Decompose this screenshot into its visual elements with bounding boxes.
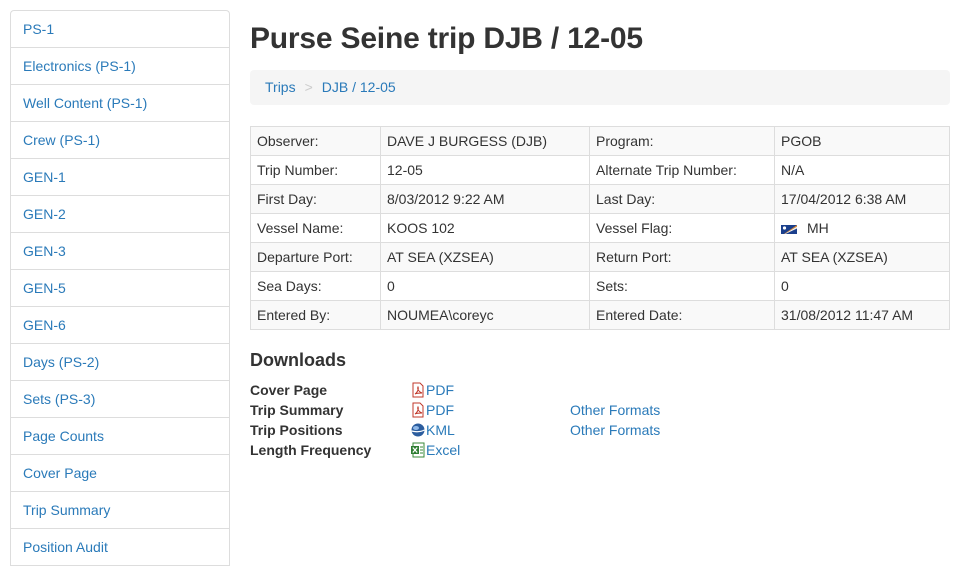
sidebar-item-crew[interactable]: Crew (PS-1) (11, 122, 229, 159)
download-label: Trip Summary (250, 402, 344, 418)
cover-page-pdf-link[interactable]: PDF (410, 380, 454, 400)
sidebar-item-position-audit[interactable]: Position Audit (11, 529, 229, 566)
sea-days-label: Sea Days: (250, 271, 381, 301)
return-port-label: Return Port: (589, 242, 775, 272)
sidebar-item-gen-1[interactable]: GEN-1 (11, 159, 229, 196)
sea-days-value: 0 (380, 271, 590, 301)
last-day-value: 17/04/2012 6:38 AM (774, 184, 950, 214)
table-row: Trip Number: 12-05 Alternate Trip Number… (250, 155, 950, 185)
table-row: Observer: DAVE J BURGESS (DJB) Program: … (250, 126, 950, 156)
vessel-flag-value: MH (807, 220, 829, 236)
sidebar-item-page-counts[interactable]: Page Counts (11, 418, 229, 455)
entered-date-label: Entered Date: (589, 300, 775, 330)
last-day-label: Last Day: (589, 184, 775, 214)
sidebar-item-gen-5[interactable]: GEN-5 (11, 270, 229, 307)
sidebar-item-days[interactable]: Days (PS-2) (11, 344, 229, 381)
sidebar-item-gen-6[interactable]: GEN-6 (11, 307, 229, 344)
sidebar-item-well-content[interactable]: Well Content (PS-1) (11, 85, 229, 122)
download-label: Length Frequency (250, 442, 372, 458)
first-day-label: First Day: (250, 184, 381, 214)
trip-summary-other-formats-link[interactable]: Other Formats (570, 400, 660, 420)
entered-by-value: NOUMEA\coreyc (380, 300, 590, 330)
download-row: Trip Positions KML Other Formats (250, 420, 950, 440)
trip-number-value: 12-05 (380, 155, 590, 185)
downloads-heading: Downloads (250, 350, 347, 370)
observer-value: DAVE J BURGESS (DJB) (380, 126, 590, 156)
cover-page-pdf-label: PDF (426, 382, 454, 398)
sidebar-item-gen-2[interactable]: GEN-2 (11, 196, 229, 233)
departure-port-label: Departure Port: (250, 242, 381, 272)
download-label: Trip Positions (250, 422, 343, 438)
vessel-flag-cell: MH (774, 213, 950, 243)
sidebar-item-gen-3[interactable]: GEN-3 (11, 233, 229, 270)
trip-summary-pdf-label: PDF (426, 402, 454, 418)
trip-summary-pdf-link[interactable]: PDF (410, 400, 454, 420)
alternate-trip-number-value: N/A (774, 155, 950, 185)
return-port-value: AT SEA (XZSEA) (774, 242, 950, 272)
pdf-icon (410, 402, 426, 418)
sets-value: 0 (774, 271, 950, 301)
download-row: Cover Page PDF (250, 380, 950, 400)
excel-icon (410, 442, 426, 458)
table-row: Sea Days: 0 Sets: 0 (250, 271, 950, 301)
table-row: Vessel Name: KOOS 102 Vessel Flag: MH (250, 213, 950, 243)
download-label: Cover Page (250, 382, 328, 398)
table-row: Departure Port: AT SEA (XZSEA) Return Po… (250, 242, 950, 272)
entered-by-label: Entered By: (250, 300, 381, 330)
sidebar-item-cover-page[interactable]: Cover Page (11, 455, 229, 492)
vessel-flag-label: Vessel Flag: (589, 213, 775, 243)
breadcrumb: Trips > DJB / 12-05 (250, 70, 950, 105)
pdf-icon (410, 382, 426, 398)
trip-info-table: Observer: DAVE J BURGESS (DJB) Program: … (250, 126, 950, 330)
trip-positions-kml-label: KML (426, 422, 455, 438)
observer-label: Observer: (250, 126, 381, 156)
first-day-value: 8/03/2012 9:22 AM (380, 184, 590, 214)
download-row: Length Frequency Excel (250, 440, 950, 460)
alternate-trip-number-label: Alternate Trip Number: (589, 155, 775, 185)
entered-date-value: 31/08/2012 11:47 AM (774, 300, 950, 330)
sets-label: Sets: (589, 271, 775, 301)
table-row: Entered By: NOUMEA\coreyc Entered Date: … (250, 300, 950, 330)
download-row: Trip Summary PDF Other Formats (250, 400, 950, 420)
sidebar-item-ps-1[interactable]: PS-1 (11, 11, 229, 48)
trip-number-label: Trip Number: (250, 155, 381, 185)
program-label: Program: (589, 126, 775, 156)
vessel-name-label: Vessel Name: (250, 213, 381, 243)
length-frequency-excel-label: Excel (426, 442, 461, 458)
breadcrumb-trip-link[interactable]: DJB / 12-05 (322, 79, 396, 95)
sidebar-nav: PS-1 Electronics (PS-1) Well Content (PS… (10, 10, 230, 566)
page-title: Purse Seine trip DJB / 12-05 (250, 22, 643, 55)
table-row: First Day: 8/03/2012 9:22 AM Last Day: 1… (250, 184, 950, 214)
breadcrumb-trips-link[interactable]: Trips (265, 79, 296, 95)
globe-icon (410, 422, 426, 438)
sidebar-item-sets[interactable]: Sets (PS-3) (11, 381, 229, 418)
sidebar-item-trip-summary[interactable]: Trip Summary (11, 492, 229, 529)
breadcrumb-separator: > (304, 79, 313, 95)
departure-port-value: AT SEA (XZSEA) (380, 242, 590, 272)
trip-positions-other-formats-link[interactable]: Other Formats (570, 420, 660, 440)
length-frequency-excel-link[interactable]: Excel (410, 440, 460, 460)
sidebar-item-electronics[interactable]: Electronics (PS-1) (11, 48, 229, 85)
trip-positions-kml-link[interactable]: KML (410, 420, 455, 440)
vessel-name-value: KOOS 102 (380, 213, 590, 243)
marshall-islands-flag-icon (781, 223, 797, 234)
program-value: PGOB (774, 126, 950, 156)
